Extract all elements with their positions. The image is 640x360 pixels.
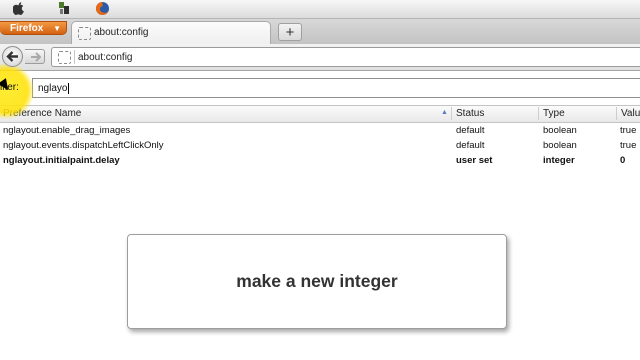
table-row[interactable]: nglayout.events.dispatchLeftClickOnly de…	[0, 139, 640, 154]
pref-name: nglayout.events.dispatchLeftClickOnly	[3, 140, 164, 151]
pref-status: default	[456, 125, 485, 136]
tab-title: about:config	[94, 27, 149, 38]
filter-value: nglayo	[38, 83, 68, 95]
pref-value: 0	[620, 155, 626, 166]
column-header-status[interactable]: Status	[456, 108, 484, 119]
apple-icon[interactable]	[12, 1, 25, 17]
chevron-down-icon: ▼	[53, 24, 61, 33]
pref-name: nglayout.initialpaint.delay	[3, 155, 120, 166]
app-icon[interactable]	[57, 1, 71, 17]
firefox-menu-label: Firefox	[10, 23, 44, 34]
divider	[74, 50, 75, 64]
column-divider[interactable]	[451, 107, 452, 120]
forward-button[interactable]	[25, 49, 45, 64]
table-row[interactable]: nglayout.enable_drag_images default bool…	[0, 124, 640, 139]
new-tab-button[interactable]: +	[278, 23, 302, 41]
pref-value: true	[620, 140, 637, 151]
pref-value: true	[620, 125, 637, 136]
pref-status: default	[456, 140, 485, 151]
table-row[interactable]: nglayout.initialpaint.delay user set int…	[0, 154, 640, 169]
filter-input[interactable]: nglayo	[32, 78, 640, 98]
column-divider[interactable]	[538, 107, 539, 120]
back-button[interactable]	[2, 46, 23, 67]
column-header-value[interactable]: Valu	[621, 108, 640, 119]
page-icon	[58, 51, 71, 64]
arrow-right-icon	[31, 52, 42, 62]
firefox-menu-button[interactable]: Firefox ▼	[0, 21, 67, 35]
pref-type: boolean	[543, 125, 577, 136]
pref-name: nglayout.enable_drag_images	[3, 125, 131, 136]
table-header: Preference Name ▲ Status Type Valu	[0, 105, 640, 123]
tab-about-config[interactable]: about:config	[71, 21, 271, 44]
firefox-icon[interactable]	[95, 1, 110, 17]
page-icon	[78, 27, 91, 40]
caption-text: make a new integer	[236, 271, 398, 291]
url-text: about:config	[78, 52, 133, 63]
sort-ascending-icon: ▲	[441, 109, 448, 116]
text-caret	[68, 83, 70, 94]
mac-menubar	[0, 0, 640, 19]
column-divider[interactable]	[616, 107, 617, 120]
pref-type: boolean	[543, 140, 577, 151]
caption-overlay: make a new integer	[127, 234, 507, 329]
pref-status: user set	[456, 155, 493, 166]
column-header-type[interactable]: Type	[543, 108, 565, 119]
pref-type: integer	[543, 155, 575, 166]
url-bar[interactable]: about:config	[51, 47, 640, 67]
arrow-left-icon	[6, 51, 18, 62]
